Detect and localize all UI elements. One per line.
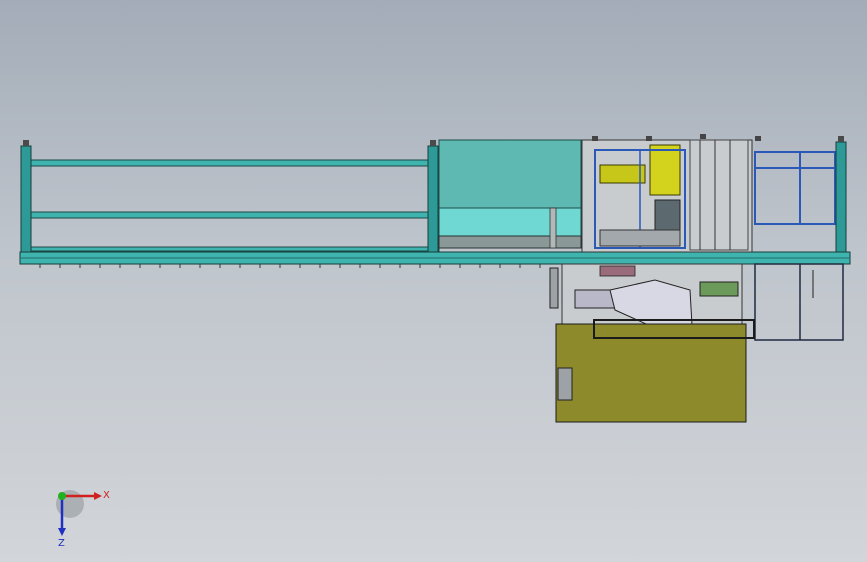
blue-guard-frame-upper[interactable]	[754, 136, 847, 253]
cad-graphics-area[interactable]	[0, 0, 867, 562]
teal-cabinet[interactable]	[438, 139, 582, 249]
z-axis-label: Z	[58, 538, 65, 549]
conveyor-roller-ticks	[39, 264, 541, 268]
robot-gripper-assembly[interactable]	[561, 263, 743, 329]
x-axis-label: X	[103, 490, 110, 501]
y-axis-dot	[58, 492, 66, 500]
guard-frame-lower[interactable]	[754, 263, 844, 341]
machine-core-assembly[interactable]	[581, 139, 753, 253]
coordinate-triad-icon: X Z	[56, 490, 110, 549]
